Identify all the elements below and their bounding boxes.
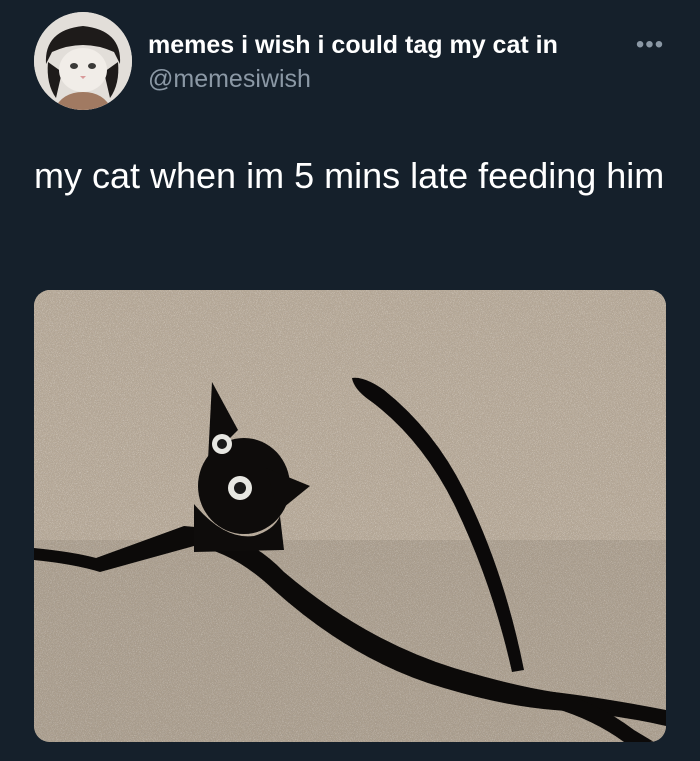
tweet: memes i wish i could tag my cat in @meme… bbox=[0, 0, 700, 761]
display-name[interactable]: memes i wish i could tag my cat in bbox=[148, 30, 558, 60]
tweet-media-image[interactable] bbox=[34, 290, 666, 742]
user-handle[interactable]: @memesiwish bbox=[148, 64, 311, 94]
profile-avatar[interactable] bbox=[34, 12, 132, 110]
more-options-button[interactable]: ••• bbox=[628, 30, 672, 60]
more-horizontal-icon: ••• bbox=[635, 31, 665, 58]
tweet-text: my cat when im 5 mins late feeding him bbox=[34, 155, 665, 196]
